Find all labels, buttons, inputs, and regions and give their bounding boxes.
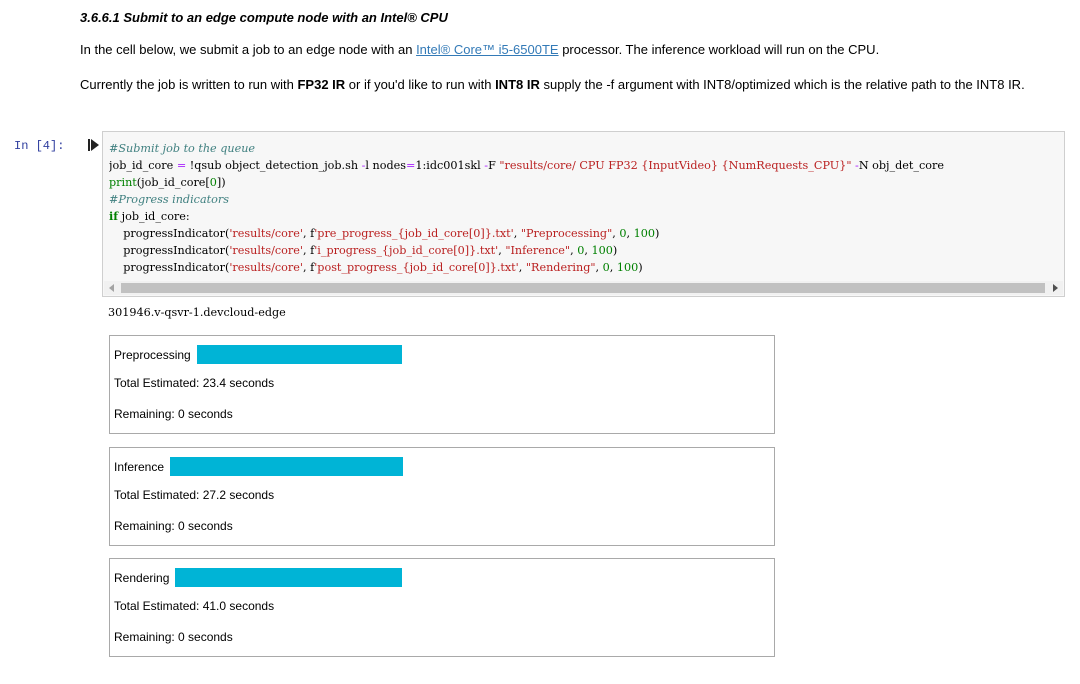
code-token: job_id_core <box>109 159 177 172</box>
intro-text: In the cell below, we submit a job to an… <box>80 42 417 57</box>
ir-paragraph: Currently the job is written to run with… <box>80 76 1040 93</box>
int8-ir-text: INT8 IR <box>495 77 540 92</box>
total-estimated: Total Estimated: 41.0 seconds <box>114 599 275 613</box>
code-token: progressIndicator( <box>109 227 230 240</box>
code-token: progressIndicator( <box>109 261 230 274</box>
remaining: Remaining: 0 seconds <box>114 519 233 533</box>
code-string: 'results/core' <box>229 227 303 240</box>
intro-paragraph: In the cell below, we submit a job to an… <box>80 41 1060 58</box>
code-number: 0 <box>602 261 610 274</box>
total-estimated: Total Estimated: 27.2 seconds <box>114 488 275 502</box>
scroll-left-icon[interactable] <box>109 284 114 292</box>
horizontal-scrollbar[interactable] <box>104 281 1063 295</box>
code-token: ) <box>654 227 660 240</box>
code-string: 'i_progress_{job_id_core[0]}.txt' <box>314 244 499 257</box>
code-token: job_id_core: <box>118 210 190 223</box>
intro-text-end: processor. The inference workload will r… <box>558 42 880 57</box>
code-string: 'results/core' <box>229 244 303 257</box>
code-token: ) <box>638 261 643 274</box>
code-comment: #Progress indicators <box>109 193 229 206</box>
code-string: 'results/core' <box>229 261 303 274</box>
code-token: = <box>176 159 187 172</box>
code-token: F <box>488 159 500 172</box>
code-number: 100 <box>616 261 639 274</box>
code-string: "Rendering" <box>525 261 596 274</box>
progress-box-inference: Inference Total Estimated: 27.2 seconds … <box>109 447 775 546</box>
code-token: ) <box>612 244 618 257</box>
code-token: progressIndicator( <box>109 244 230 257</box>
code-token: , f <box>302 261 315 274</box>
code-token: , f <box>302 227 315 240</box>
code-string: "results/core/ CPU FP32 {InputVideo} {Nu… <box>499 159 852 172</box>
code-string: 'post_progress_{job_id_core[0]}.txt' <box>314 261 519 274</box>
ir-text-c: or if you'd like to run with <box>345 77 496 92</box>
code-string: 'pre_progress_{job_id_core[0]}.txt' <box>314 227 514 240</box>
code-token: (job_id_core[ <box>136 176 210 189</box>
code-number: 100 <box>591 244 613 257</box>
remaining: Remaining: 0 seconds <box>114 407 233 421</box>
code-number: 0 <box>209 176 217 189</box>
scrollbar-thumb[interactable] <box>121 283 1045 293</box>
cpu-link[interactable]: Intel® Core™ i5-6500TE <box>416 42 559 57</box>
code-token: , <box>626 227 634 240</box>
progress-label: Preprocessing <box>114 347 191 362</box>
run-cell-icon[interactable] <box>88 138 100 152</box>
fp32-ir-text: FP32 IR <box>297 77 346 92</box>
cell-prompt: In [4]: <box>14 139 65 153</box>
code-token: !qsub object_detection_job.sh <box>186 159 362 172</box>
scroll-right-icon[interactable] <box>1053 284 1058 292</box>
section-heading: 3.6.6.1 Submit to an edge compute node w… <box>80 10 448 25</box>
code-token: = <box>406 159 416 172</box>
code-token: , f <box>302 244 315 257</box>
progress-label: Rendering <box>114 570 170 585</box>
ir-text-e: supply the -f argument with INT8/optimiz… <box>539 77 1025 92</box>
code-token: , <box>513 227 521 240</box>
code-string: "Preprocessing" <box>520 227 613 240</box>
code-token: ]) <box>216 176 226 189</box>
code-comment: #Submit job to the queue <box>109 142 256 155</box>
ir-text-a: Currently the job is written to run with <box>80 77 298 92</box>
remaining: Remaining: 0 seconds <box>114 630 233 644</box>
code-token: l nodes <box>365 159 407 172</box>
code-editor[interactable]: #Submit job to the queue job_id_core = !… <box>109 140 1064 276</box>
code-token: N obj_det_core <box>858 159 944 172</box>
code-token: , <box>609 261 617 274</box>
cell-output: 301946.v-qsvr-1.devcloud-edge <box>108 306 286 319</box>
code-string: "Inference" <box>505 244 571 257</box>
total-estimated: Total Estimated: 23.4 seconds <box>114 376 275 390</box>
code-token: 1:idc001skl <box>415 159 485 172</box>
progress-box-rendering: Rendering Total Estimated: 41.0 seconds … <box>109 558 775 657</box>
code-cell[interactable]: #Submit job to the queue job_id_core = !… <box>102 131 1065 297</box>
code-number: 100 <box>633 227 655 240</box>
progress-bar <box>196 345 402 364</box>
code-builtin: print <box>109 176 137 189</box>
progress-label: Inference <box>114 459 165 474</box>
code-token: , <box>518 261 526 274</box>
progress-box-preprocessing: Preprocessing Total Estimated: 23.4 seco… <box>109 335 775 434</box>
code-token: , <box>595 261 603 274</box>
progress-bar <box>175 568 403 587</box>
progress-bar <box>170 457 404 476</box>
code-keyword: if <box>109 209 119 223</box>
